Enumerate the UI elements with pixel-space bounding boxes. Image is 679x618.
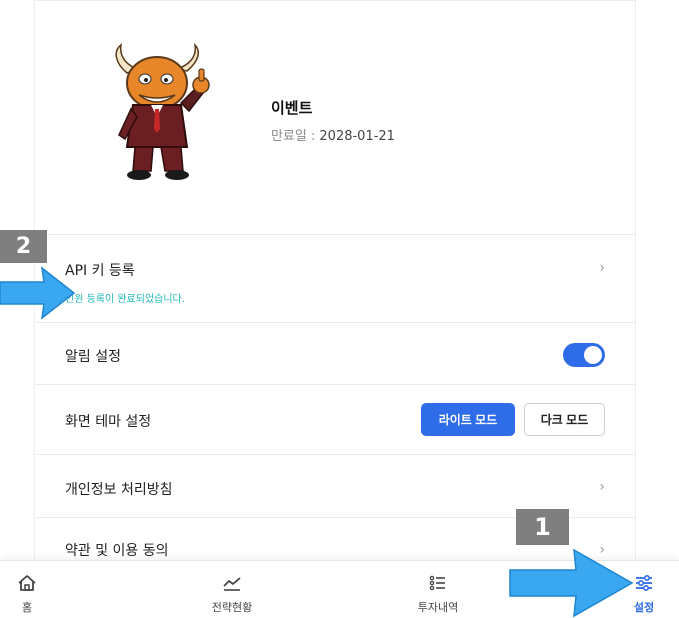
tab-home[interactable]: 홈 [0, 561, 54, 618]
chart-line-icon [223, 577, 241, 591]
dark-mode-button[interactable]: 다크 모드 [524, 403, 605, 436]
tab-strategy-label: 전략현황 [211, 601, 253, 614]
tab-history-label: 투자내역 [417, 601, 459, 614]
light-mode-button[interactable]: 라이트 모드 [421, 403, 515, 436]
profile-section: 이벤트 만료일 :2028-01-21 [35, 1, 635, 235]
chevron-right-icon: › [599, 260, 605, 276]
annotation-badge-2: 2 [0, 230, 47, 263]
toggle-knob [584, 346, 602, 364]
api-key-row[interactable]: API 키 등록 인원 등록이 완료되었습니다. › [35, 235, 635, 323]
privacy-policy-label: 개인정보 처리방침 [65, 482, 173, 498]
api-key-status-text: 인원 등록이 완료되었습니다. [65, 294, 185, 305]
annotation-arrow-right-icon [0, 266, 76, 320]
expiry-label: 만료일 : [271, 129, 316, 144]
annotation-arrow-right-icon [509, 548, 634, 618]
tab-history[interactable]: 투자내역 [396, 561, 480, 618]
annotation-badge-1: 1 [516, 509, 569, 545]
list-icon [429, 575, 445, 591]
alarm-row: 알림 설정 [35, 323, 635, 385]
sliders-icon [636, 574, 652, 592]
chevron-right-icon: › [599, 479, 605, 495]
bull-mascot-image [115, 43, 210, 180]
home-icon [18, 575, 36, 591]
alarm-label: 알림 설정 [65, 349, 121, 365]
expiry-date: 2028-01-21 [319, 129, 395, 144]
event-name: 이벤트 [271, 99, 313, 117]
settings-card: 이벤트 만료일 :2028-01-21 API 키 등록 인원 등록이 완료되었… [34, 0, 636, 560]
expiry-info: 만료일 :2028-01-21 [271, 125, 395, 144]
terms-label: 약관 및 이용 동의 [65, 543, 169, 559]
tab-home-label: 홈 [21, 601, 33, 614]
theme-row: 화면 테마 설정 라이트 모드 다크 모드 [35, 385, 635, 455]
tab-strategy[interactable]: 전략현황 [190, 561, 274, 618]
alarm-toggle[interactable] [563, 343, 605, 367]
theme-label: 화면 테마 설정 [65, 414, 152, 430]
